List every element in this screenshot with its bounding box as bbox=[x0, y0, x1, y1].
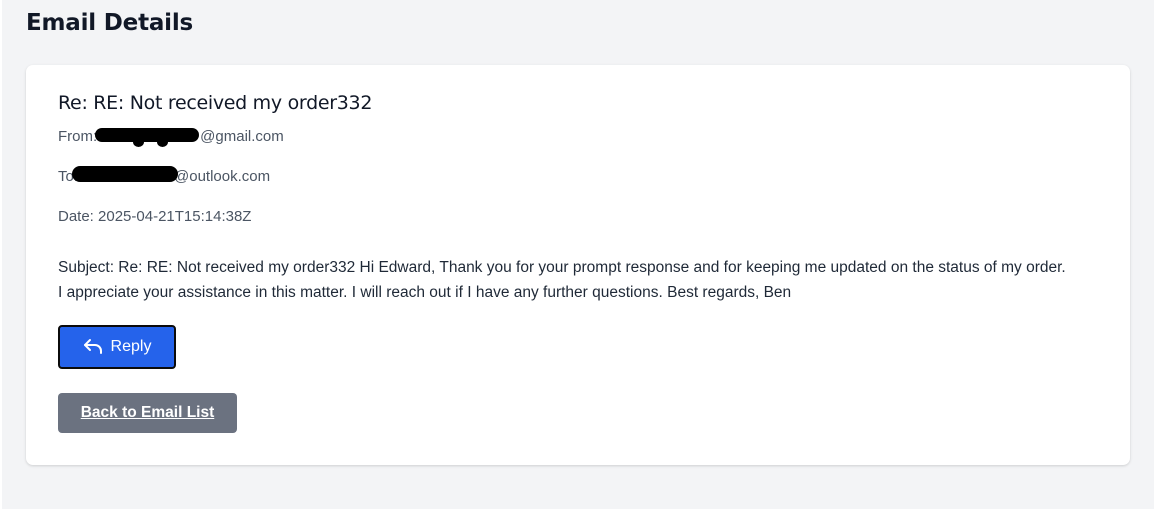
redacted-sender bbox=[95, 128, 200, 148]
from-label: From: bbox=[58, 128, 98, 145]
reply-button-label: Reply bbox=[110, 338, 152, 355]
email-date-line: Date: 2025-04-21T15:14:38Z bbox=[58, 208, 251, 225]
back-to-email-list-button[interactable]: Back to Email List bbox=[58, 393, 237, 433]
from-domain: @gmail.com bbox=[200, 128, 284, 145]
reply-button[interactable]: Reply bbox=[58, 325, 176, 369]
email-body: Subject: Re: RE: Not received my order33… bbox=[58, 255, 1108, 305]
page-title: Email Details bbox=[26, 10, 194, 36]
date-value: 2025-04-21T15:14:38Z bbox=[98, 208, 252, 225]
email-details-card: Re: RE: Not received my order332 From: @g… bbox=[26, 65, 1130, 465]
page-background: Email Details Re: RE: Not received my or… bbox=[2, 0, 1154, 509]
email-from-line: From: @gmail.com bbox=[58, 128, 284, 148]
email-to-line: To: @outlook.com bbox=[58, 166, 271, 185]
email-subject-heading: Re: RE: Not received my order332 bbox=[58, 92, 373, 114]
email-body-line: Subject: Re: RE: Not received my order33… bbox=[58, 259, 1066, 276]
redacted-recipient bbox=[72, 166, 179, 183]
to-domain: @outlook.com bbox=[174, 168, 271, 185]
date-label: Date: bbox=[58, 208, 94, 225]
email-body-line: I appreciate your assistance in this mat… bbox=[58, 284, 792, 301]
reply-arrow-icon bbox=[83, 339, 102, 354]
